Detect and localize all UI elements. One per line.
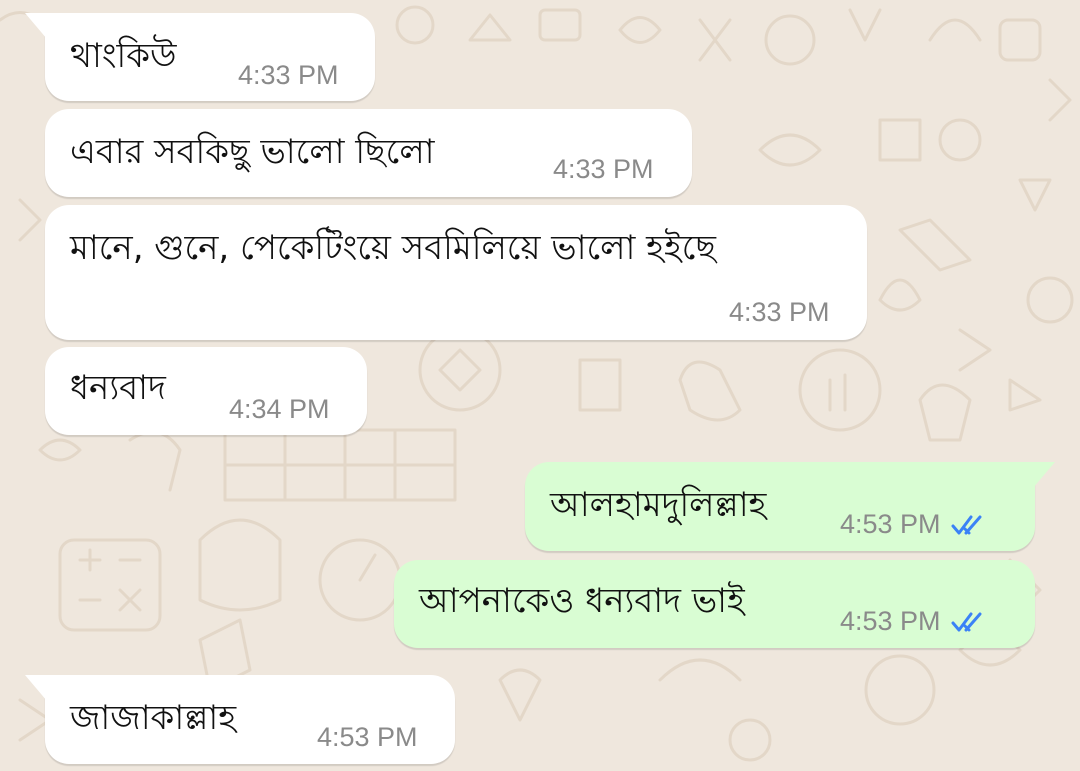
message-timestamp: 4:53 PM — [840, 606, 991, 637]
message-time: 4:34 PM — [229, 394, 330, 424]
message-time: 4:33 PM — [729, 297, 830, 327]
message-timestamp: 4:33 PM — [729, 297, 830, 328]
message-timestamp: 4:33 PM — [553, 154, 654, 185]
incoming-message[interactable]: মানে, গুনে, পেকেটিংয়ে সবমিলিয়ে ভালো হই… — [45, 205, 867, 340]
message-text: থাংকিউ — [70, 36, 177, 76]
outgoing-message[interactable]: আলহামদুলিল্লাহ 4:53 PM — [525, 462, 1055, 551]
message-text: আলহামদুলিল্লাহ — [550, 485, 767, 525]
message-timestamp: 4:33 PM — [238, 60, 339, 91]
message-time: 4:53 PM — [840, 606, 941, 636]
message-text: জাজাকাল্লাহ — [70, 698, 237, 738]
bubble-tail — [1033, 462, 1055, 488]
message-text: ধন্যবাদ — [70, 368, 166, 408]
message-timestamp: 4:53 PM — [840, 509, 991, 540]
incoming-message[interactable]: থাংকিউ 4:33 PM — [25, 13, 375, 101]
incoming-message[interactable]: ধন্যবাদ 4:34 PM — [45, 347, 367, 435]
double-check-icon — [951, 515, 982, 534]
message-timestamp: 4:34 PM — [229, 394, 330, 425]
bubble-tail — [25, 13, 47, 39]
double-check-icon — [951, 612, 982, 631]
message-time: 4:53 PM — [317, 722, 418, 752]
chat-conversation: থাংকিউ 4:33 PM এবার সবকিছু ভালো ছিলো 4:3… — [0, 0, 1080, 771]
message-text: মানে, গুনে, পেকেটিংয়ে সবমিলিয়ে ভালো হই… — [70, 228, 716, 268]
message-timestamp: 4:53 PM — [317, 722, 418, 753]
message-time: 4:53 PM — [840, 509, 941, 539]
message-time: 4:33 PM — [238, 60, 339, 90]
bubble-tail — [25, 675, 47, 701]
message-text: আপনাকেও ধন্যবাদ ভাই — [419, 581, 745, 621]
incoming-message[interactable]: এবার সবকিছু ভালো ছিলো 4:33 PM — [45, 109, 692, 197]
message-time: 4:33 PM — [553, 154, 654, 184]
incoming-message[interactable]: জাজাকাল্লাহ 4:53 PM — [25, 675, 455, 764]
outgoing-message[interactable]: আপনাকেও ধন্যবাদ ভাই 4:53 PM — [394, 560, 1035, 648]
message-text: এবার সবকিছু ভালো ছিলো — [70, 132, 435, 172]
